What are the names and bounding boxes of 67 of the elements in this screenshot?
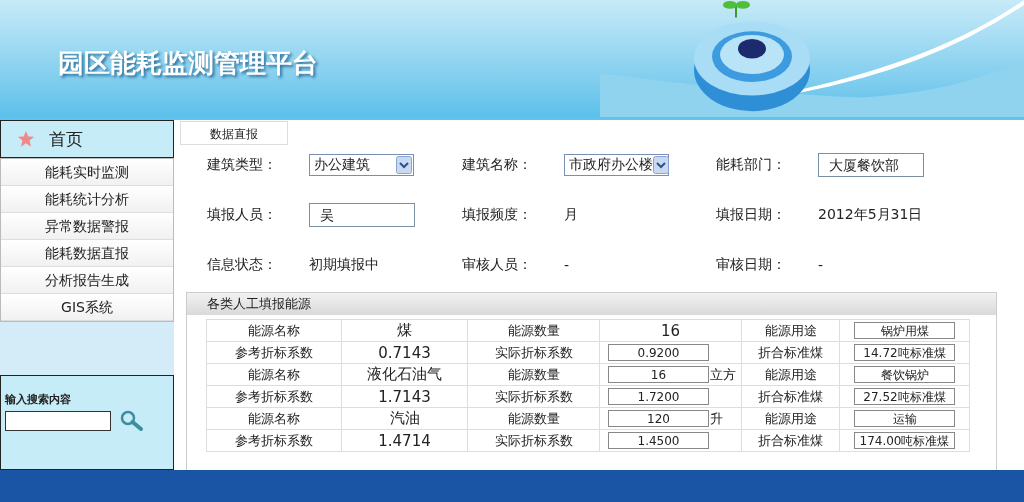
input-field[interactable]: 174.00吨标准煤 (854, 432, 955, 449)
table-label: 参考折标系数 (235, 388, 313, 404)
table-label: 实际折标系数 (494, 388, 573, 404)
table-cell: 汽油 (389, 409, 420, 427)
app-title: 园区能耗监测管理平台 (58, 47, 318, 80)
field-label: 填报日期： (716, 206, 787, 224)
table-label: 能源数量 (507, 322, 560, 338)
dropdown[interactable]: 市政府办公楼 (564, 154, 669, 176)
input-field[interactable]: 餐饮锅炉 (854, 366, 955, 383)
field-value: - (564, 257, 570, 273)
table-cell: 煤 (397, 321, 412, 339)
table-label: 能源名称 (248, 322, 300, 338)
table-cell: 1.4714 (378, 431, 431, 450)
table-cell: 液化石油气 (367, 365, 442, 383)
field-label: 审核人员： (462, 256, 533, 274)
input-field[interactable]: 1.7200 (608, 388, 709, 405)
table-label: 能源用途 (764, 366, 817, 382)
field-value: 2012年5月31日 (818, 206, 923, 224)
input-field[interactable]: 运输 (854, 410, 955, 427)
search-icon[interactable] (119, 410, 145, 432)
input-field[interactable]: 大厦餐饮部 (818, 153, 924, 177)
field-label: 建筑名称： (462, 156, 533, 174)
search-label: 输入搜索内容 (5, 392, 72, 407)
field-value: 初期填报中 (309, 256, 379, 274)
home-menu-item[interactable]: 首页 (0, 120, 174, 158)
table-label: 折合标准煤 (758, 432, 823, 448)
table-label: 实际折标系数 (494, 344, 573, 360)
table-label: 折合标准煤 (758, 388, 823, 404)
table-label: 实际折标系数 (494, 432, 573, 448)
input-field[interactable]: 0.9200 (608, 344, 709, 361)
dropdown[interactable]: 办公建筑 (309, 154, 414, 176)
table-label: 能源数量 (507, 410, 560, 426)
table-label: 能源名称 (248, 366, 300, 382)
field-label: 审核日期： (716, 256, 787, 274)
table-cell: 16 (660, 321, 681, 340)
field-label: 填报人员： (207, 206, 278, 224)
table-label: 能源名称 (248, 410, 300, 426)
input-field[interactable]: 27.52吨标准煤 (854, 388, 955, 405)
table-cell: 1.7143 (378, 387, 431, 406)
unit-label: 升 (709, 409, 723, 428)
tab[interactable]: 数据直报 (180, 121, 288, 145)
input-field[interactable]: 1.4500 (608, 432, 709, 449)
input-field[interactable]: 16 (608, 366, 709, 383)
home-label: 首页 (49, 127, 83, 151)
table-label: 参考折标系数 (235, 344, 313, 360)
input-field[interactable]: 吴 (309, 203, 415, 227)
caret-icon (396, 156, 412, 174)
table-label: 能源数量 (507, 366, 560, 382)
search-field[interactable] (5, 411, 111, 431)
caret-icon (653, 156, 669, 174)
table-label: 参考折标系数 (235, 432, 313, 448)
input-field[interactable]: 锅炉用煤 (854, 322, 955, 339)
field-label: 能耗部门： (716, 156, 787, 174)
table-cell: 0.7143 (378, 343, 431, 362)
table-label: 能源用途 (764, 322, 817, 338)
star-icon (17, 130, 35, 148)
field-value: 月 (564, 206, 578, 224)
field-label: 建筑类型： (207, 156, 278, 174)
table-label: 能源用途 (764, 410, 817, 426)
field-value: - (818, 257, 824, 273)
table-label: 折合标准煤 (758, 344, 823, 360)
input-field[interactable]: 14.72吨标准煤 (854, 344, 955, 361)
input-field[interactable]: 120 (608, 410, 709, 427)
section-title: 各类人工填报能源 (187, 293, 996, 315)
field-label: 信息状态： (207, 256, 278, 274)
field-label: 填报频度： (462, 206, 533, 224)
unit-label: 立方 (709, 365, 736, 384)
